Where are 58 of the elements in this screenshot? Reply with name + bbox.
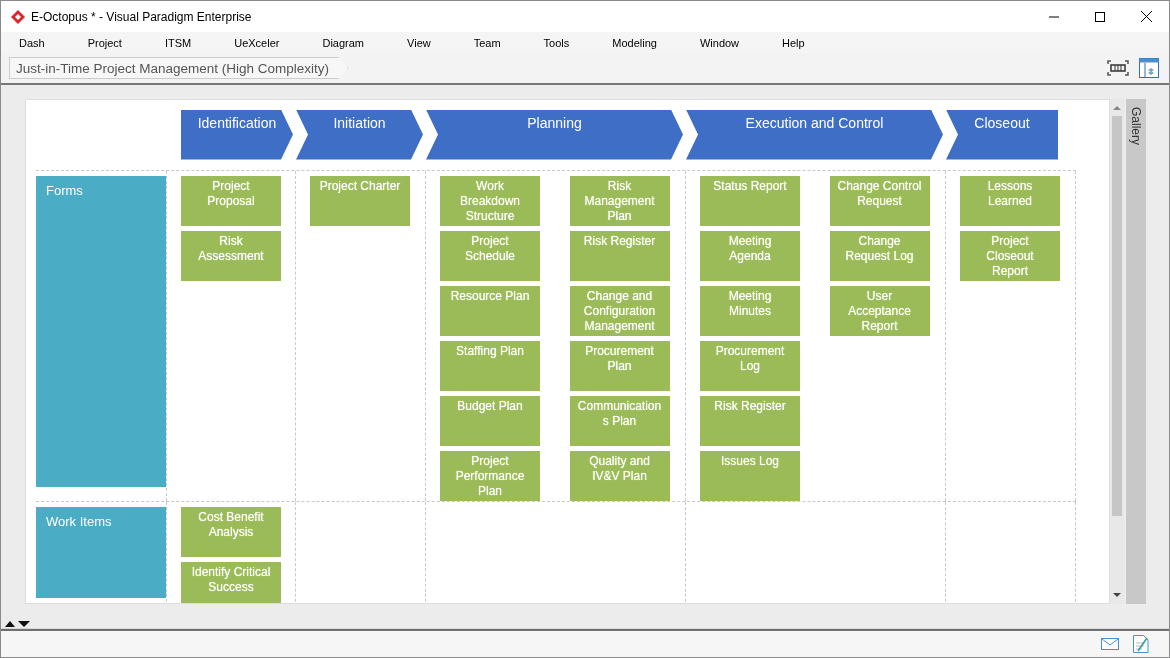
note-pencil-icon[interactable] — [1133, 634, 1149, 653]
envelope-icon[interactable] — [1101, 637, 1119, 650]
artifact-card[interactable]: Change and Configuration Management — [569, 285, 670, 336]
panel-icon[interactable] — [1139, 58, 1159, 78]
artifact-card[interactable]: Cost Benefit Analysis — [181, 506, 281, 557]
phase-header: Planning — [426, 109, 683, 160]
artifact-card[interactable]: Change Request Log — [829, 230, 930, 281]
artifact-card[interactable]: Identify Critical Success — [181, 561, 281, 603]
artifact-card[interactable]: Staffing Plan — [440, 340, 540, 391]
fit-diagram-icon[interactable] — [1107, 60, 1129, 76]
menu-item[interactable]: ITSM — [152, 36, 205, 49]
artifact-card[interactable]: Project Charter — [310, 175, 410, 226]
artifact-card[interactable]: Risk Assessment — [181, 230, 281, 281]
lane-label: Work Items — [36, 506, 166, 598]
lane-label: Forms — [36, 175, 166, 487]
artifact-card[interactable]: Procurement Log — [700, 340, 800, 391]
phase-header: Initiation — [296, 109, 423, 160]
artifact-card[interactable]: Project Schedule — [440, 230, 540, 281]
app-logo-icon — [11, 9, 25, 24]
artifact-card[interactable]: Status Report — [700, 175, 800, 226]
window-title: E-Octopus * - Visual Paradigm Enterprise — [31, 9, 253, 24]
up-down-arrows-icon[interactable] — [5, 618, 31, 628]
artifact-card[interactable]: Meeting Agenda — [700, 230, 800, 281]
artifact-card[interactable]: Risk Register — [700, 395, 800, 446]
artifact-card[interactable]: Issues Log — [700, 450, 800, 501]
artifact-card[interactable]: Change Control Request — [829, 175, 930, 226]
artifact-card[interactable]: Meeting Minutes — [700, 285, 800, 336]
menu-item[interactable]: Help — [770, 36, 818, 49]
phase-header: Execution and Control — [686, 109, 943, 160]
artifact-card[interactable]: Quality and IV&V Plan — [569, 450, 670, 501]
artifact-card[interactable]: User Acceptance Report — [829, 285, 930, 336]
gallery-tab[interactable]: Gallery — [1126, 98, 1146, 604]
menu-item[interactable]: UeXceler — [222, 36, 293, 49]
menu-item[interactable]: Modeling — [600, 36, 670, 49]
artifact-card[interactable]: Project Proposal — [181, 175, 281, 226]
menu-item[interactable]: Dash — [7, 36, 58, 49]
menu-item[interactable]: Project — [75, 36, 135, 49]
artifact-card[interactable]: Work Breakdown Structure — [440, 175, 540, 226]
menu-item[interactable]: Tools — [531, 36, 583, 49]
artifact-card[interactable]: Project Performance Plan — [440, 450, 540, 501]
menu-item[interactable]: Team — [461, 36, 514, 49]
artifact-card[interactable]: Risk Register — [569, 230, 670, 281]
artifact-card[interactable]: Risk Management Plan — [569, 175, 670, 226]
artifact-card[interactable]: Resource Plan — [440, 285, 540, 336]
artifact-card[interactable]: Communications Plan — [569, 395, 670, 446]
artifact-card[interactable]: Project Closeout Report — [960, 230, 1060, 281]
breadcrumb[interactable]: Just-in-Time Project Management (High Complexity) — [9, 57, 349, 79]
menu-item[interactable]: Window — [687, 36, 753, 49]
artifact-card[interactable]: Budget Plan — [440, 395, 540, 446]
artifact-card[interactable]: Procurement Plan — [569, 340, 670, 391]
close-icon[interactable] — [1140, 11, 1152, 22]
artifact-card[interactable]: Lessons Learned — [960, 175, 1060, 226]
menu-item[interactable]: Diagram — [310, 36, 378, 49]
vertical-scrollbar[interactable] — [1110, 98, 1124, 604]
maximize-icon[interactable] — [1095, 11, 1105, 22]
phase-header: Identification — [181, 109, 293, 160]
menu-item[interactable]: View — [395, 36, 444, 49]
phase-header: Closeout — [946, 109, 1058, 160]
